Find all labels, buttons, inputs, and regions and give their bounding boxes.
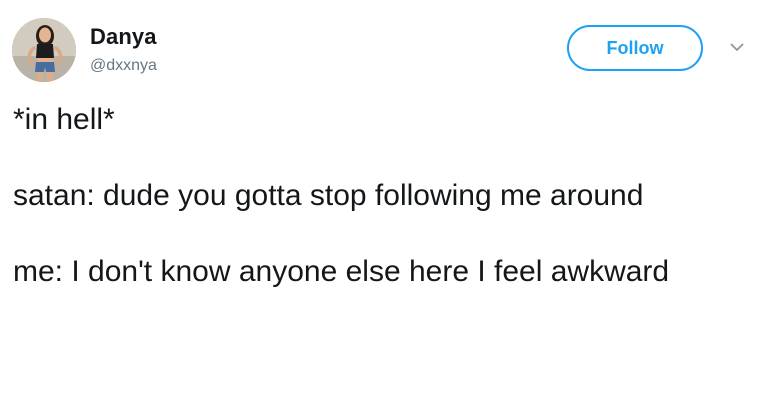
tweet-line: *in hell* <box>13 103 115 136</box>
tweet-text: *in hell* satan: dude you gotta stop fol… <box>13 101 753 291</box>
avatar[interactable] <box>12 18 76 82</box>
author-display-name[interactable]: Danya <box>90 24 157 50</box>
author-handle[interactable]: @dxxnya <box>90 56 157 76</box>
tweet-line: satan: dude you gotta stop following me … <box>13 179 644 212</box>
chevron-down-icon[interactable] <box>728 40 746 54</box>
tweet-line: me: I don't know anyone else here I feel… <box>13 255 670 288</box>
avatar-image <box>12 18 76 82</box>
tweet-card: Danya @dxxnya Follow *in hell* satan: du… <box>0 0 768 403</box>
follow-button[interactable]: Follow <box>567 25 703 71</box>
